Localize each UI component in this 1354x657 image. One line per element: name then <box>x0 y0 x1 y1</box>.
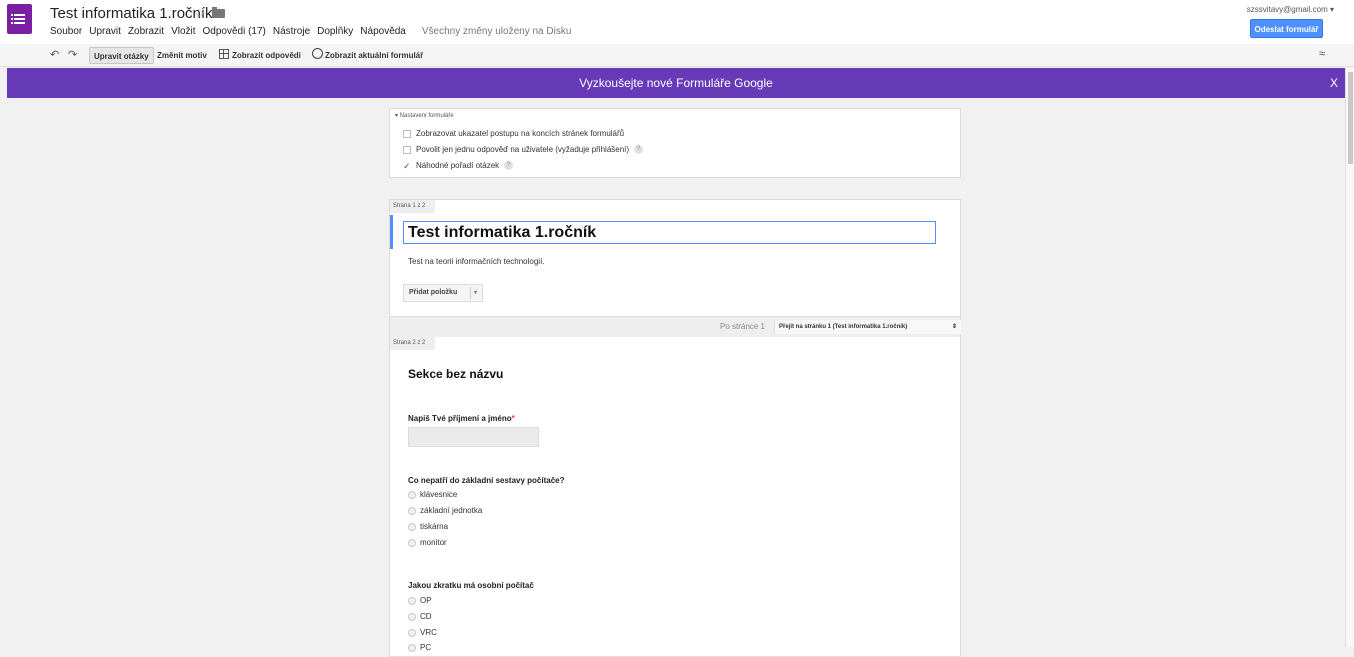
selection-accent <box>390 215 393 249</box>
question-label: Napiš Tvé příjmení a jméno <box>408 414 512 423</box>
setting-progress-bar[interactable]: Zobrazovat ukazatel postupu na koncích s… <box>403 129 624 138</box>
option-label: CD <box>420 612 432 621</box>
option-label: monitor <box>420 538 447 547</box>
setting-label: Povolit jen jednu odpověď na uživatele (… <box>416 145 630 154</box>
radio-button[interactable] <box>408 596 416 605</box>
page-break-bar: Po stránce 1 Přejít na stránku 1 (Test i… <box>389 317 961 337</box>
banner-text: Vyzkoušejte nové Formuláře Google <box>579 76 773 90</box>
menu-bar: Soubor Upravit Zobrazit Vložit Odpovědi … <box>50 26 571 37</box>
new-forms-banner[interactable]: Vyzkoušejte nové Formuláře Google X <box>7 68 1345 98</box>
view-live-form-button[interactable]: Zobrazit aktuální formulář <box>325 47 423 64</box>
radio-button[interactable] <box>408 506 416 515</box>
option-label: PC <box>420 643 432 652</box>
option-row[interactable]: základní jednotka <box>408 506 482 515</box>
change-theme-button[interactable]: Změnit motiv <box>157 47 207 64</box>
menu-napoveda[interactable]: Nápověda <box>360 26 406 37</box>
chevron-down-icon[interactable]: ▾ <box>474 285 477 301</box>
redo-icon[interactable]: ↷ <box>68 48 77 61</box>
setting-one-response[interactable]: Povolit jen jednu odpověď na uživatele (… <box>403 145 644 154</box>
page-label: Strana 2 z 2 <box>390 337 436 350</box>
scrollbar-thumb[interactable] <box>1348 72 1353 164</box>
radio-button[interactable] <box>408 628 416 637</box>
setting-label: Zobrazovat ukazatel postupu na koncích s… <box>416 129 625 138</box>
forms-app-icon[interactable] <box>7 4 32 34</box>
radio-button[interactable] <box>408 643 416 652</box>
required-marker: * <box>511 414 515 423</box>
option-row[interactable]: OP <box>408 596 432 605</box>
page-scrollbar[interactable] <box>1345 68 1354 647</box>
checkbox[interactable] <box>403 129 411 138</box>
option-label: základní jednotka <box>420 506 483 515</box>
collapse-menu-icon[interactable]: ≈ <box>1319 48 1325 60</box>
undo-icon[interactable]: ↶ <box>50 48 59 61</box>
menu-nastroje[interactable]: Nástroje <box>273 26 310 37</box>
live-form-icon <box>312 48 323 59</box>
help-icon[interactable]: ? <box>504 161 514 170</box>
banner-close-button[interactable]: X <box>1330 68 1338 98</box>
after-page-label: Po stránce 1 <box>720 322 765 331</box>
menu-vlozit[interactable]: Vložit <box>171 26 195 37</box>
folder-icon[interactable] <box>212 7 225 18</box>
add-item-button[interactable]: Přidat položku ▾ <box>403 284 483 302</box>
page-1-card: Strana 1 z 2 Test informatika 1.ročník T… <box>389 199 961 317</box>
collapse-arrow-icon: ▾ <box>395 113 399 119</box>
option-row[interactable]: klávesnice <box>408 490 457 499</box>
toolbar: ↶ ↷ Upravit otázky Změnit motiv Zobrazit… <box>0 44 1354 67</box>
section-title[interactable]: Sekce bez názvu <box>408 367 503 381</box>
option-row[interactable]: CD <box>408 612 432 621</box>
setting-label: Náhodné pořadí otázek <box>416 161 500 170</box>
select-arrows-icon: ⇕ <box>951 324 957 330</box>
menu-odpovedi[interactable]: Odpovědi (17) <box>203 26 266 37</box>
form-settings-panel: ▾ Nastavení formuláře Zobrazovat ukazate… <box>389 108 961 178</box>
form-title-input[interactable]: Test informatika 1.ročník <box>403 221 936 244</box>
add-item-label: Přidat položku <box>409 289 458 296</box>
option-row[interactable]: monitor <box>408 538 447 547</box>
goto-page-value: Přejít na stránku 1 (Test informatika 1.… <box>779 324 908 330</box>
question-pc-abbreviation[interactable]: Jakou zkratku má osobní počítač <box>408 581 534 590</box>
radio-button[interactable] <box>408 612 416 621</box>
settings-title: Nastavení formuláře <box>399 113 454 119</box>
form-description[interactable]: Test na teorii informačních technologií. <box>408 257 545 266</box>
divider <box>470 287 471 299</box>
settings-toggle[interactable]: ▾ Nastavení formuláře <box>395 112 454 119</box>
menu-zobrazit[interactable]: Zobrazit <box>128 26 164 37</box>
option-label: klávesnice <box>420 490 458 499</box>
page-2-card: Strana 2 z 2 Sekce bez názvu Napiš Tvé p… <box>389 337 961 657</box>
responses-grid-icon <box>219 49 229 59</box>
account-menu[interactable]: szssvitavy@gmail.com ▾ <box>1247 5 1334 14</box>
account-dropdown-icon: ▾ <box>1329 5 1334 14</box>
checkbox[interactable] <box>403 145 411 154</box>
menu-upravit[interactable]: Upravit <box>89 26 121 37</box>
app-header: Test informatika 1.ročník ☆ Soubor Uprav… <box>0 0 1354 44</box>
option-label: tiskárna <box>420 522 449 531</box>
answer-text-field[interactable] <box>408 427 539 447</box>
option-row[interactable]: PC <box>408 643 431 652</box>
menu-soubor[interactable]: Soubor <box>50 26 82 37</box>
account-email: szssvitavy@gmail.com <box>1246 5 1328 14</box>
document-title[interactable]: Test informatika 1.ročník <box>50 5 213 22</box>
question-name[interactable]: Napiš Tvé příjmení a jméno* <box>408 414 515 423</box>
menu-doplnky[interactable]: Doplňky <box>317 26 353 37</box>
option-row[interactable]: tiskárna <box>408 522 448 531</box>
radio-button[interactable] <box>408 538 416 547</box>
view-responses-button[interactable]: Zobrazit odpovědi <box>232 47 301 64</box>
option-label: OP <box>420 596 432 605</box>
page-label: Strana 1 z 2 <box>390 200 436 213</box>
send-form-button[interactable]: Odeslat formulář <box>1250 19 1323 38</box>
radio-button[interactable] <box>408 522 416 531</box>
goto-page-select[interactable]: Přejít na stránku 1 (Test informatika 1.… <box>774 320 961 334</box>
checkmark-icon[interactable]: ✓ <box>403 161 411 170</box>
edit-questions-button[interactable]: Upravit otázky <box>89 47 154 64</box>
question-computer-parts[interactable]: Co nepatří do základní sestavy počítače? <box>408 476 565 485</box>
save-status: Všechny změny uloženy na Disku <box>421 26 572 37</box>
radio-button[interactable] <box>408 490 416 499</box>
help-icon[interactable]: ? <box>634 145 644 154</box>
setting-shuffle-questions[interactable]: ✓ Náhodné pořadí otázek ? <box>403 161 514 170</box>
star-icon[interactable]: ☆ <box>194 6 206 22</box>
option-row[interactable]: VRC <box>408 628 437 637</box>
option-label: VRC <box>420 628 437 637</box>
